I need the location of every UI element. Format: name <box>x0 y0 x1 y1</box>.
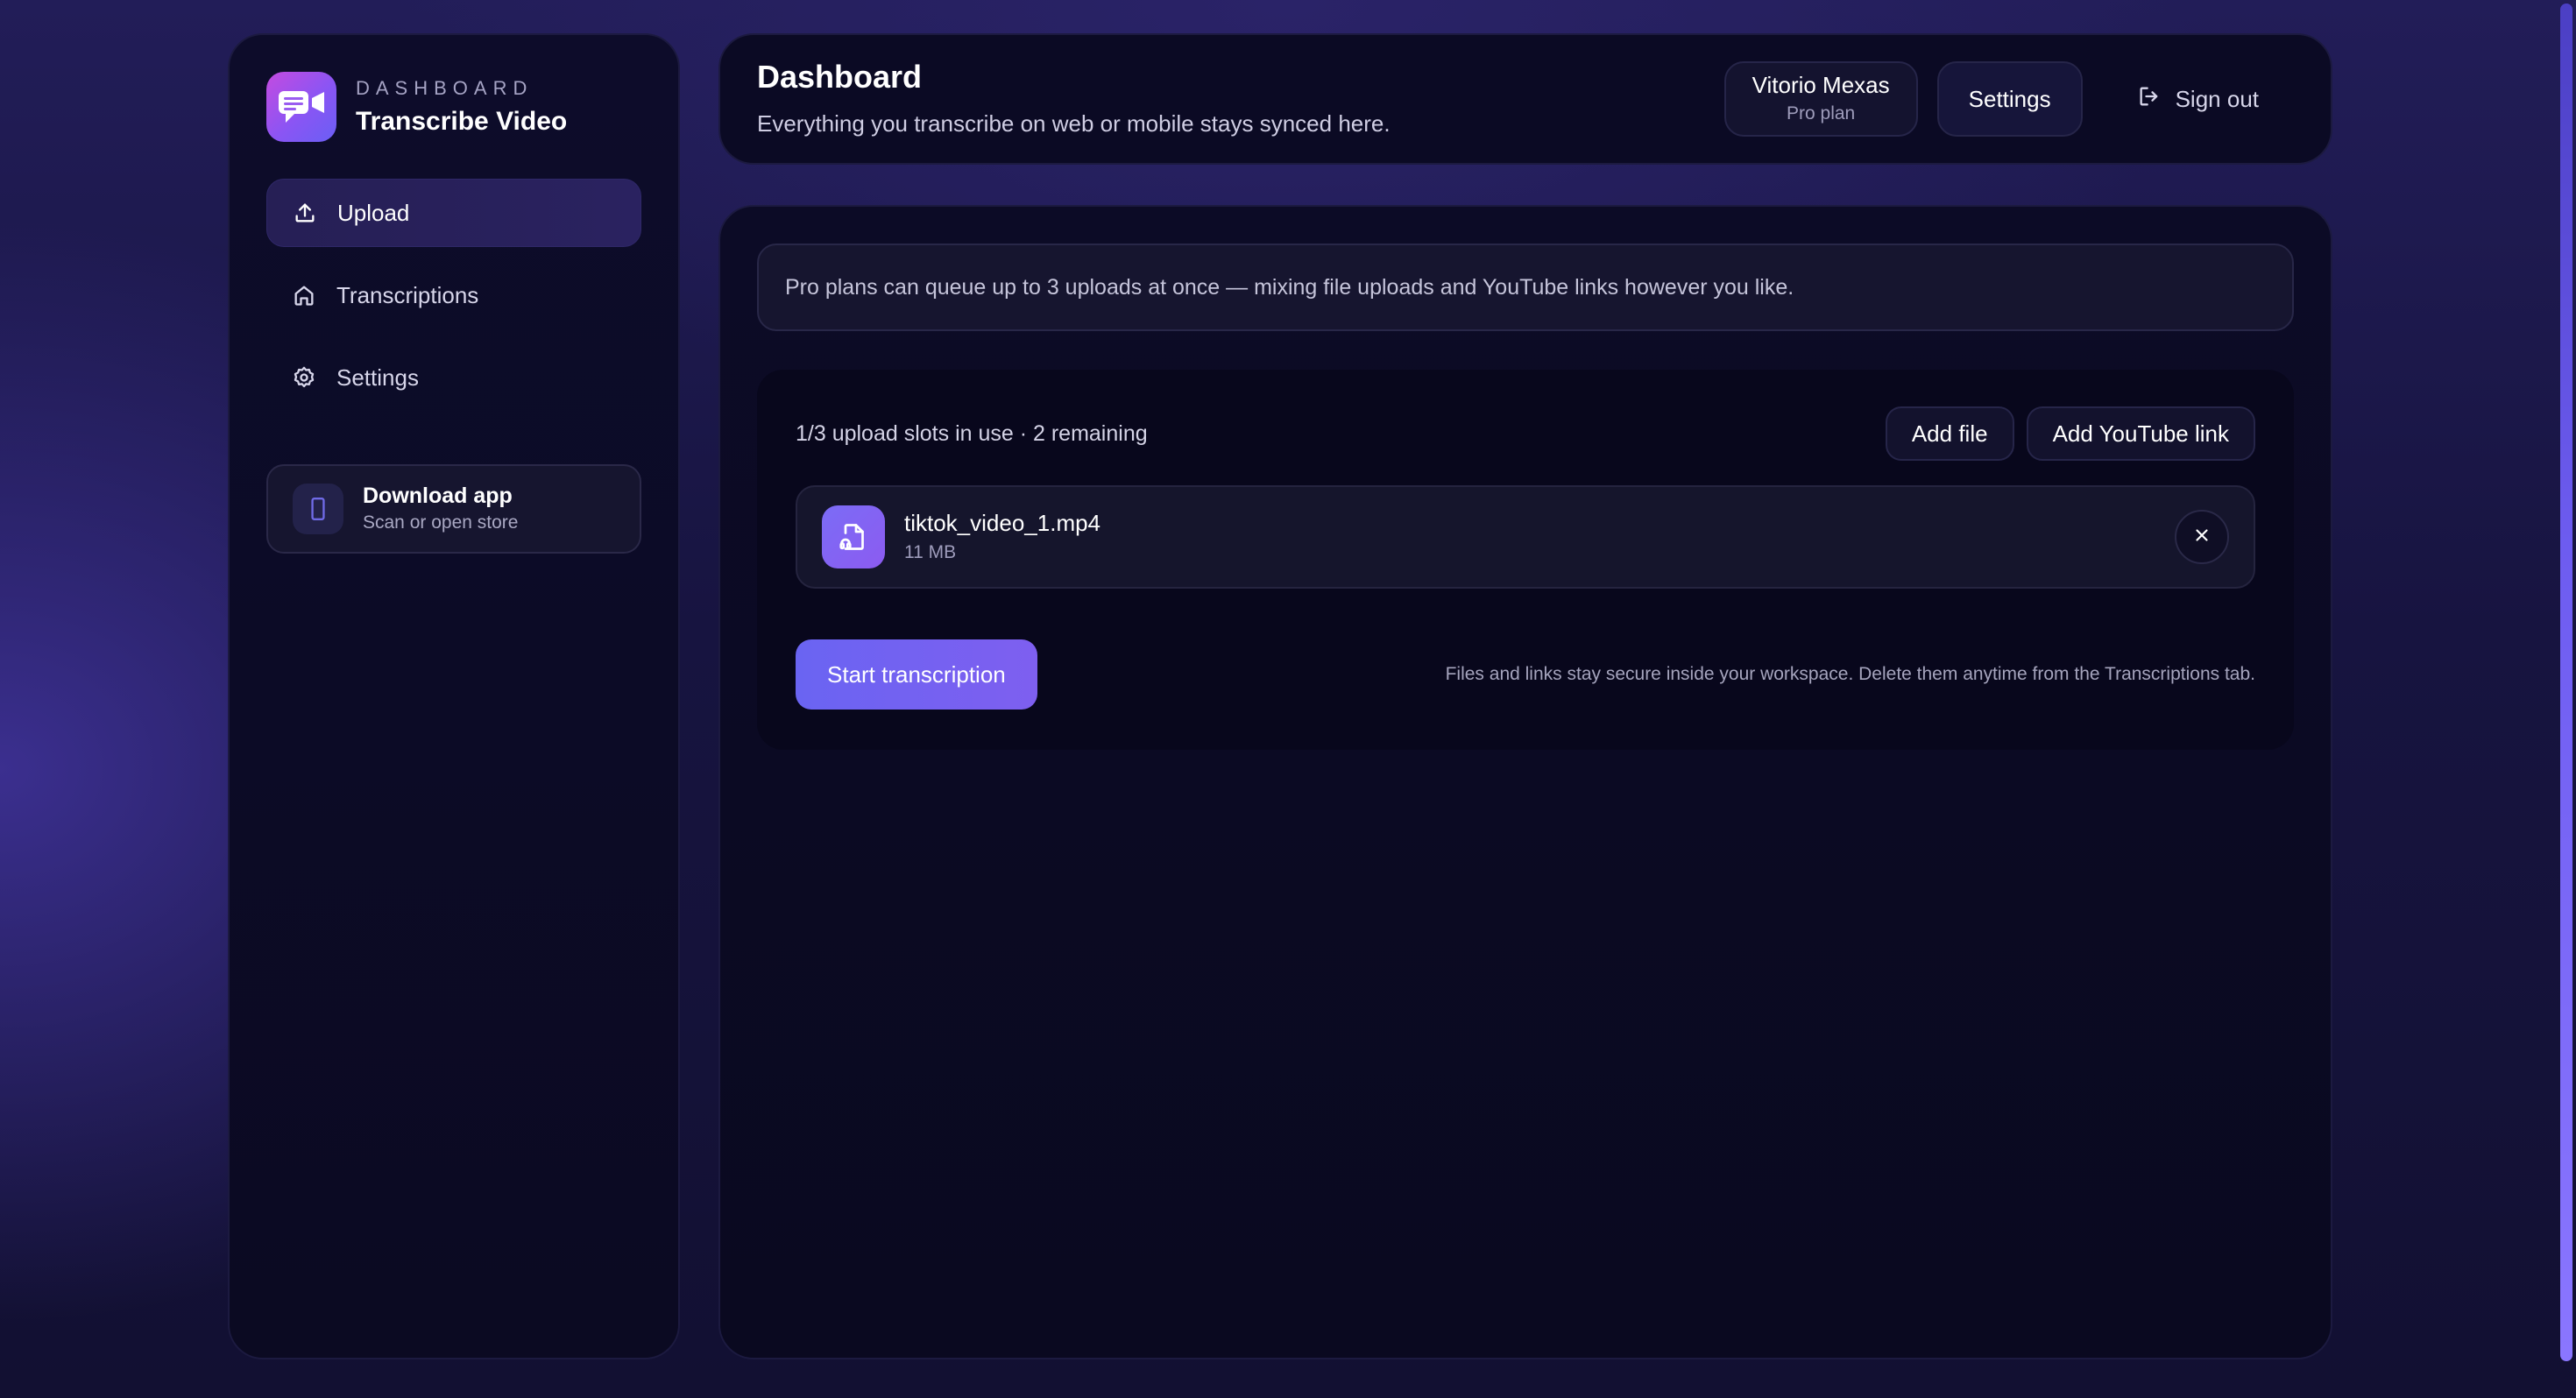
upload-toolbar: 1/3 upload slots in use · 2 remaining Ad… <box>796 406 2255 461</box>
home-icon <box>291 282 317 308</box>
security-footnote: Files and links stay secure inside your … <box>1445 664 2255 684</box>
sidebar: DASHBOARD Transcribe Video Upload Transc… <box>228 33 680 1359</box>
close-icon <box>2192 526 2212 549</box>
sidebar-item-label: Settings <box>336 364 419 391</box>
sign-out-button[interactable]: Sign out <box>2102 61 2294 137</box>
add-youtube-link-button[interactable]: Add YouTube link <box>2026 406 2255 461</box>
sidebar-item-transcriptions[interactable]: Transcriptions <box>266 261 641 329</box>
user-plan: Pro plan <box>1787 103 1856 124</box>
remove-file-button[interactable] <box>2175 510 2229 564</box>
sidebar-item-label: Upload <box>337 199 410 226</box>
audio-file-icon <box>822 505 885 568</box>
upload-slots-status: 1/3 upload slots in use · 2 remaining <box>796 420 1148 446</box>
upload-footer: Start transcription Files and links stay… <box>796 639 2255 710</box>
file-name: tiktok_video_1.mp4 <box>904 509 1101 536</box>
page-subtitle: Everything you transcribe on web or mobi… <box>757 109 1391 137</box>
plan-notice: Pro plans can queue up to 3 uploads at o… <box>757 244 2294 331</box>
page-header: Dashboard Everything you transcribe on w… <box>718 33 2332 165</box>
chat-video-icon <box>266 72 336 142</box>
header-actions: Vitorio Mexas Pro plan Settings Sign out <box>1723 61 2294 137</box>
sidebar-item-upload[interactable]: Upload <box>266 179 641 247</box>
page-title: Dashboard <box>757 58 923 95</box>
scrollbar-thumb[interactable] <box>2560 4 2572 1361</box>
file-list-item: tiktok_video_1.mp4 11 MB <box>796 485 2255 589</box>
scrollbar[interactable] <box>2557 0 2576 1398</box>
start-transcription-button[interactable]: Start transcription <box>796 639 1037 710</box>
sidebar-item-settings[interactable]: Settings <box>266 343 641 412</box>
upload-icon <box>292 200 318 226</box>
download-app-subtitle: Scan or open store <box>363 512 519 533</box>
gear-icon <box>291 364 317 391</box>
upload-panel: 1/3 upload slots in use · 2 remaining Ad… <box>757 370 2294 750</box>
add-file-button[interactable]: Add file <box>1885 406 2014 461</box>
download-app-title: Download app <box>363 484 513 509</box>
sidebar-nav: Upload Transcriptions Settings <box>266 179 641 412</box>
brand-eyebrow: DASHBOARD <box>356 77 534 99</box>
phone-icon <box>293 484 343 534</box>
user-chip[interactable]: Vitorio Mexas Pro plan <box>1723 61 1918 137</box>
download-app-card[interactable]: Download app Scan or open store <box>266 464 641 554</box>
settings-button[interactable]: Settings <box>1936 61 2083 137</box>
main-panel: Pro plans can queue up to 3 uploads at o… <box>718 205 2332 1359</box>
sign-out-label: Sign out <box>2175 85 2259 112</box>
brand: DASHBOARD Transcribe Video <box>266 70 641 144</box>
user-name: Vitorio Mexas <box>1752 72 1890 98</box>
upload-actions: Add file Add YouTube link <box>1885 406 2255 461</box>
brand-title: Transcribe Video <box>356 107 568 136</box>
file-size: 11 MB <box>904 542 957 563</box>
sign-out-icon <box>2137 84 2162 115</box>
sidebar-item-label: Transcriptions <box>336 281 479 308</box>
